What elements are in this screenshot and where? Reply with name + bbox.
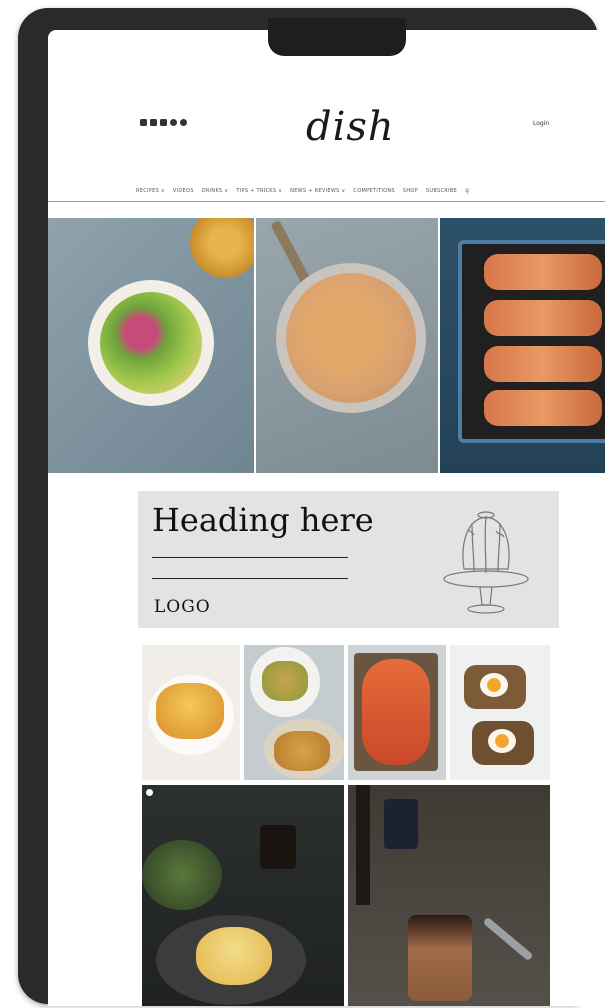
nav-item-drinks[interactable]: DRINKS ∨ [202,188,229,195]
dessert-glass [408,915,472,1001]
salmon-fillet [484,346,602,382]
grid-image-fritters[interactable] [244,645,344,780]
brand-logo[interactable]: dish [306,104,395,150]
hero-image-chicken-pan[interactable] [256,218,438,473]
salmon-fillet [484,390,602,426]
pan-handle [270,219,312,287]
grid-image-chocolate-dessert[interactable] [348,785,550,1006]
nav-item-shop[interactable]: SHOP [403,188,418,195]
glass [384,799,418,849]
nav-item-subscribe[interactable]: SUBSCRIBE [426,188,457,195]
nav-item-competitions[interactable]: COMPETITIONS [353,188,394,195]
card-logo: LOGO [154,597,211,617]
glass [260,825,296,869]
social-links [140,119,187,126]
pinterest-icon[interactable] [170,119,177,126]
screen: dish Login RECIPES ∨ VIDEOS DRINKS ∨ TIP… [48,30,605,1006]
nav-item-tips-tricks[interactable]: TIPS + TRICKS ∨ [236,188,282,195]
salmon-fillet [484,254,602,290]
salmon-fillet [484,300,602,336]
salad-food [100,292,202,394]
fried-egg [488,729,516,753]
card-divider [152,557,348,558]
fish-fillet [362,659,430,765]
instagram-icon[interactable] [180,119,187,126]
header-divider [48,201,605,202]
spoon [482,916,534,962]
bottle [356,785,370,905]
salad-bowl [142,840,222,910]
card-divider [152,578,348,579]
pancake-stack [156,683,224,739]
login-link[interactable]: Login [533,120,549,127]
image-badge [146,789,153,796]
grid-image-trout[interactable] [348,645,446,780]
chicken-dish [286,273,416,403]
heading-card: Heading here LOGO [138,491,559,628]
facebook-icon[interactable] [140,119,147,126]
hero-image-salad[interactable] [48,218,254,473]
nav-item-recipes[interactable]: RECIPES ∨ [136,188,165,195]
search-icon[interactable]: ⚲ [465,188,470,195]
card-heading: Heading here [152,501,374,539]
baking-tray [458,240,605,443]
hero-image-salmon-tray[interactable] [440,218,605,473]
youtube-icon[interactable] [160,119,167,126]
grid-image-eggs[interactable] [450,645,550,780]
jelly-dessert-icon [443,511,529,614]
main-nav: RECIPES ∨ VIDEOS DRINKS ∨ TIPS + TRICKS … [136,188,470,195]
nav-item-news-reviews[interactable]: NEWS + REVIEWS ∨ [290,188,345,195]
fritters [274,731,330,771]
grid-image-pancakes[interactable] [142,645,240,780]
chips-bowl [190,218,254,278]
fried-egg [480,673,508,697]
souffle [196,927,272,985]
grid-image-souffle[interactable] [142,785,344,1006]
device-frame: dish Login RECIPES ∨ VIDEOS DRINKS ∨ TIP… [18,8,605,1006]
twitter-icon[interactable] [150,119,157,126]
fritters [262,661,308,701]
device-notch [268,18,406,56]
nav-item-videos[interactable]: VIDEOS [173,188,194,195]
